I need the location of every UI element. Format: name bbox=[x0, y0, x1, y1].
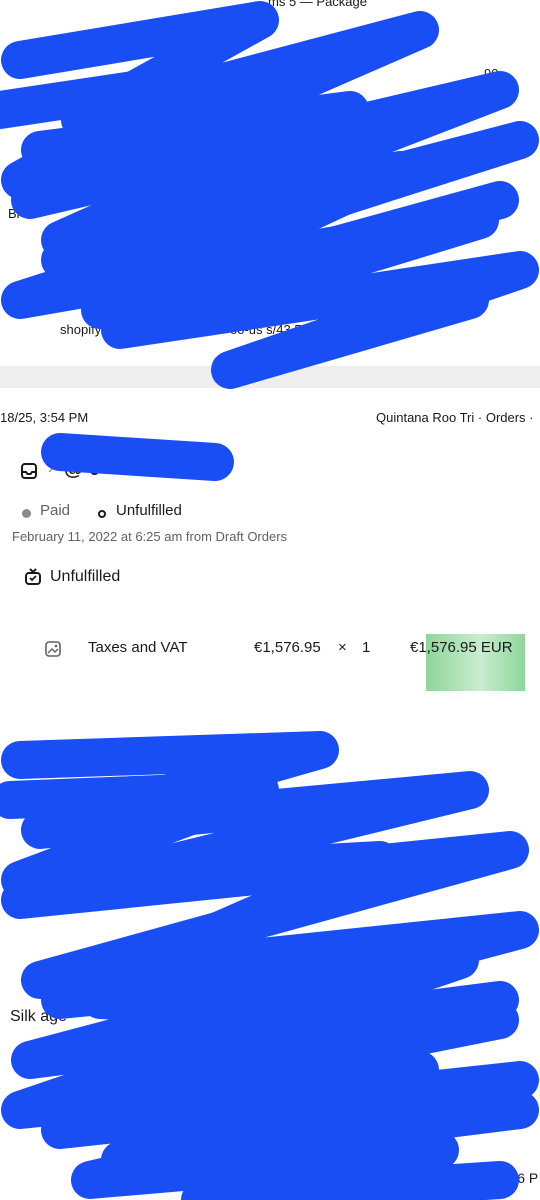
unfulfilled-ring-icon bbox=[98, 505, 106, 523]
billing-label: Bi bbox=[8, 206, 20, 221]
timeline-note: us adde bbox=[150, 1170, 200, 1186]
print-datetime: 18/25, 3:54 PM bbox=[0, 410, 89, 425]
payment-status-badge: Paid bbox=[40, 502, 71, 519]
orders-inbox-icon[interactable] bbox=[20, 462, 38, 485]
paid-dot-icon bbox=[22, 505, 31, 523]
total-label: Tota bbox=[24, 40, 51, 55]
timeline-time: 10:06 P bbox=[490, 1170, 539, 1186]
line-item-unit-price: €1,576.95 bbox=[254, 639, 321, 656]
line-item-total: €1,576.95 EUR bbox=[410, 639, 513, 656]
admin-url[interactable]: oo-us s/43 5342 bbox=[230, 322, 323, 337]
amount-right: 90 bbox=[484, 66, 499, 81]
line-item-quantity: 1 bbox=[362, 639, 371, 656]
lower-amount: 799.1 bbox=[222, 866, 255, 881]
order-id: @ 0 bbox=[64, 458, 101, 480]
store-url[interactable]: shopify.co bbox=[60, 322, 118, 337]
order-date-line: February 11, 2022 at 6:25 am from Draft … bbox=[12, 529, 288, 544]
line-item-name[interactable]: Taxes and VAT bbox=[88, 639, 188, 656]
top-screenshot-section: ms 5 — Package Tota $4,512 90 Bi shopify… bbox=[0, 0, 540, 366]
amount-left: $4,512 bbox=[202, 66, 242, 81]
breadcrumb-chevron-icon: › bbox=[48, 460, 54, 477]
product-image-placeholder-icon bbox=[44, 640, 62, 663]
unfulfilled-box-icon bbox=[24, 568, 42, 591]
line-item-multiply: × bbox=[338, 639, 347, 656]
package-text: ms 5 — Package bbox=[268, 0, 367, 9]
print-page-context: Quintana Roo Tri · Orders · bbox=[376, 410, 534, 425]
fulfillment-status-badge: Unfulfilled bbox=[116, 502, 182, 519]
order-screenshot-section: 18/25, 3:54 PM Quintana Roo Tri · Orders… bbox=[0, 388, 540, 1200]
shipping-package-label: Silk age bbox=[10, 1008, 67, 1025]
section-divider bbox=[0, 366, 540, 388]
fulfillment-card-title: Unfulfilled bbox=[50, 568, 121, 585]
